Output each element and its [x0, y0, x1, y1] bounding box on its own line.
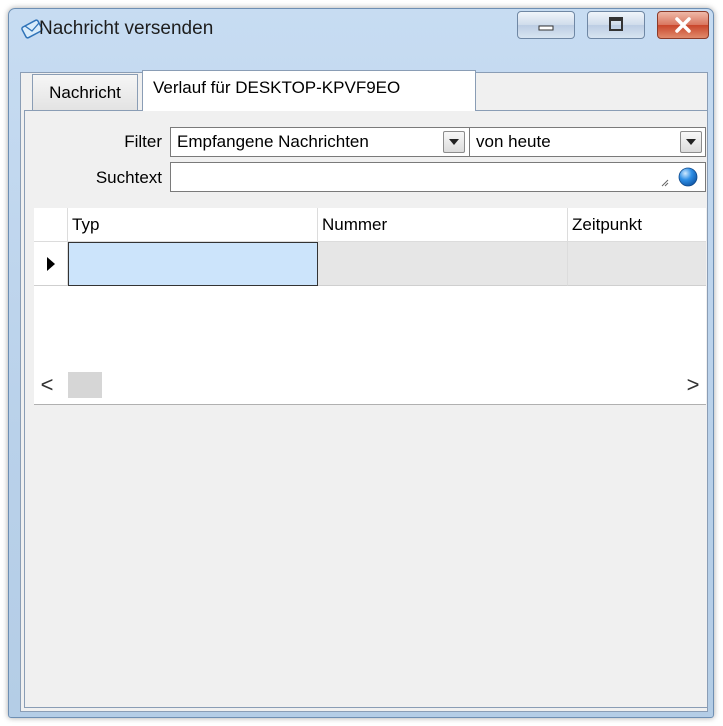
- filter-type-select[interactable]: Empfangene Nachrichten: [170, 127, 470, 157]
- filter-period-value: von heute: [476, 132, 551, 151]
- scroll-left-icon[interactable]: <: [36, 370, 58, 400]
- minimize-icon: [538, 25, 554, 31]
- grid-row-header-corner: [34, 208, 68, 242]
- close-button[interactable]: [657, 11, 709, 39]
- minimize-button[interactable]: [517, 11, 575, 39]
- search-label: Suchtext: [95, 168, 162, 187]
- horizontal-scrollbar[interactable]: < >: [34, 366, 706, 404]
- close-icon: [675, 17, 691, 33]
- current-row-arrow-icon: [47, 257, 55, 271]
- column-header-zeitpunkt[interactable]: Zeitpunkt: [568, 208, 706, 242]
- message-grid: Typ Nummer Zeitpunkt: [34, 208, 706, 368]
- table-cell-typ[interactable]: [68, 242, 318, 286]
- scroll-thumb[interactable]: [68, 372, 102, 398]
- table-cell-zeitpunkt[interactable]: [568, 242, 706, 286]
- window-title: Nachricht versenden: [39, 18, 214, 39]
- maximize-icon: [609, 17, 623, 31]
- message-detail-panel: [34, 404, 706, 700]
- filter-label: Filter: [124, 132, 162, 151]
- column-header-typ[interactable]: Typ: [68, 208, 318, 242]
- column-header-nummer[interactable]: Nummer: [318, 208, 568, 242]
- tab-nachricht[interactable]: Nachricht: [32, 74, 138, 110]
- filter-period-select[interactable]: von heute: [469, 127, 706, 157]
- table-cell-nummer[interactable]: [318, 242, 568, 286]
- row-indicator[interactable]: [34, 242, 68, 286]
- tab-verlauf[interactable]: Verlauf für DESKTOP-KPVF9EO: [142, 70, 476, 111]
- scroll-right-icon[interactable]: >: [682, 370, 704, 400]
- filter-type-value: Empfangene Nachrichten: [177, 132, 369, 151]
- chevron-down-icon[interactable]: [443, 131, 465, 153]
- tab-label: Verlauf für DESKTOP-KPVF9EO: [153, 78, 401, 97]
- chevron-down-icon[interactable]: [680, 131, 702, 153]
- search-globe-icon[interactable]: [677, 166, 699, 188]
- search-input[interactable]: [170, 162, 706, 192]
- tab-label: Nachricht: [49, 83, 121, 102]
- maximize-button[interactable]: [587, 11, 645, 39]
- resize-grip-icon: [661, 179, 669, 187]
